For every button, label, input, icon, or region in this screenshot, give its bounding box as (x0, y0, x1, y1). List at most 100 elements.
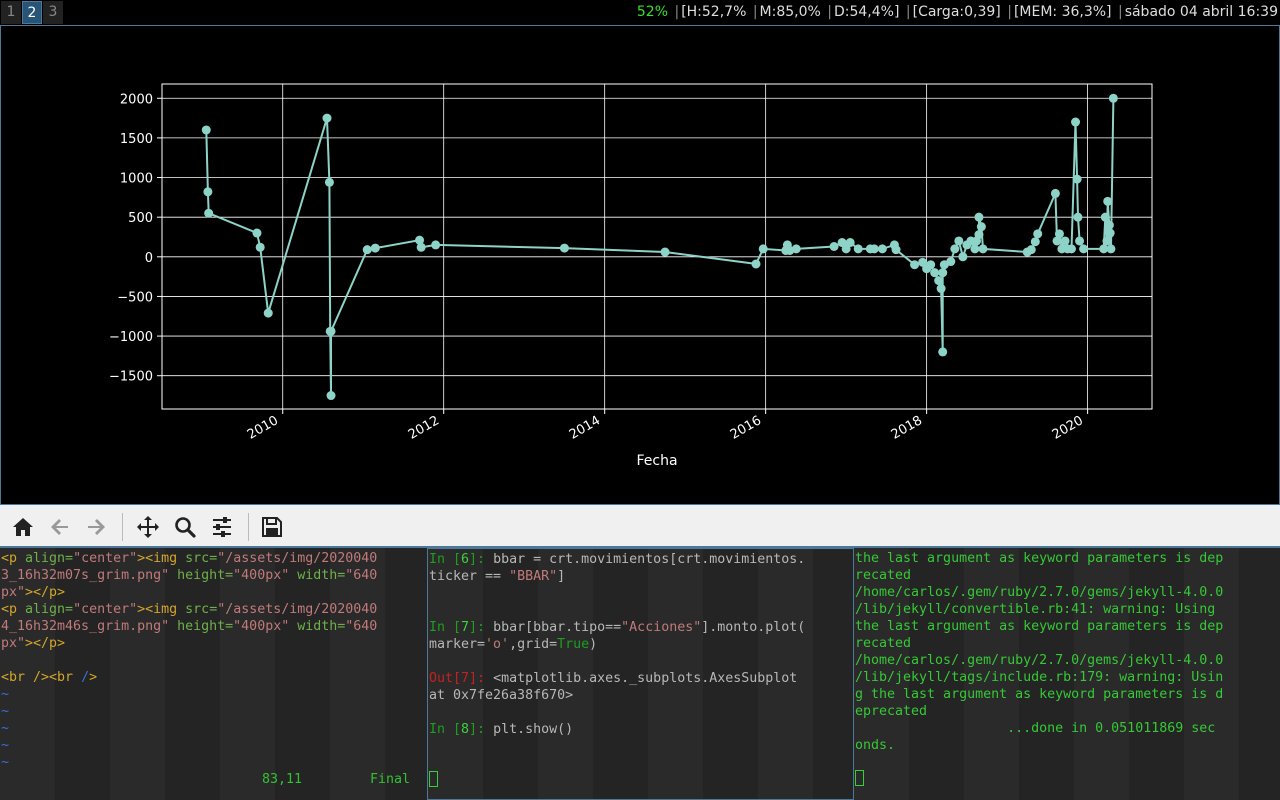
terminal-cursor (429, 771, 438, 788)
code-line: ~ (1, 738, 10, 753)
forward-icon[interactable] (82, 513, 110, 541)
data-point (1103, 196, 1113, 206)
data-point (326, 326, 336, 336)
hdd-status: [H:52,7% (681, 4, 747, 20)
data-point (326, 391, 336, 401)
status-bar: 123 52% | [H:52,7% | M:85,0% | D:54,4%] | [C… (0, 0, 1280, 25)
log-line: g the last argument as keyword parameter… (855, 687, 1224, 702)
data-point (891, 245, 901, 255)
cursor-position: 83,11 (262, 772, 303, 787)
x-tick-label: 2016 (728, 413, 764, 443)
data-point (1104, 220, 1114, 230)
data-point (1072, 174, 1082, 184)
data-point (946, 257, 956, 267)
workspace-button[interactable]: 2 (22, 1, 42, 24)
console-line: Out[7]: <matplotlib.axes._subplots.AxesS… (429, 671, 798, 686)
data-point (204, 208, 214, 218)
configure-subplots-icon[interactable] (208, 513, 236, 541)
data-point (938, 268, 948, 278)
code-line: ~ (1, 704, 10, 719)
code-line: ~ (1, 755, 10, 770)
x-tick-label: 2020 (1050, 413, 1086, 443)
data-point (263, 308, 273, 318)
data-point (1030, 237, 1040, 247)
data-point (976, 222, 986, 232)
scroll-position: Final (370, 772, 411, 787)
x-tick-label: 2014 (567, 413, 603, 443)
data-point (255, 242, 265, 252)
console-line: In [8]: plt.show() (429, 722, 574, 737)
console-line: at 0x7fe26a38f670> (429, 688, 574, 703)
data-point (970, 244, 980, 254)
y-tick-label: 500 (128, 211, 153, 226)
data-point (431, 240, 441, 250)
data-point (324, 177, 334, 187)
status-text: 52% | [H:52,7% | M:85,0% | D:54,4%] | [Carga… (636, 4, 1278, 20)
plot-window[interactable]: 2010 2012 2014 2016 2018 2020 2000 1500 1000 500 0… (0, 25, 1280, 505)
log-line: ...done in 0.051011869 sec (855, 721, 1216, 736)
log-line: recated (855, 636, 912, 651)
data-point (1054, 229, 1064, 239)
y-tick-label: −500 (117, 290, 153, 305)
save-icon[interactable] (258, 513, 286, 541)
log-line: /home/carlos/.gem/ruby/2.7.0/gems/jekyll… (855, 653, 1224, 668)
y-tick-label: 1500 (120, 132, 153, 147)
data-point (1079, 244, 1089, 254)
y-tick-label: −1500 (109, 370, 153, 385)
data-point (758, 244, 768, 254)
data-point (974, 212, 984, 222)
data-point (853, 244, 863, 254)
terminal-cursor (855, 770, 864, 787)
pan-icon[interactable] (134, 513, 162, 541)
data-point (1071, 117, 1081, 127)
data-point (1067, 244, 1077, 254)
data-point (1105, 228, 1115, 238)
x-axis-label: Fecha (636, 453, 677, 469)
console-line: ticker == "BBAR"] (429, 569, 566, 584)
data-point (370, 243, 380, 253)
workspace-button[interactable]: 1 (1, 1, 21, 24)
vim-terminal[interactable]: <p align="center"><img src="/assets/img/… (0, 548, 427, 800)
data-point (559, 243, 569, 253)
data-point (829, 242, 839, 251)
code-line: 4_16h32m46s_grim.png" height="400px" wid… (1, 619, 378, 634)
data-point (660, 247, 670, 257)
data-point (1073, 212, 1083, 222)
ipython-terminal[interactable]: In [6]: bbar = crt.movimientos[crt.movim… (427, 548, 854, 800)
mount-status: M:85,0% (759, 4, 821, 20)
code-line: ~ (1, 687, 10, 702)
data-point (1075, 236, 1085, 246)
data-point (203, 187, 213, 197)
log-line: onds. (855, 738, 896, 753)
console-line: marker='o',grid=True) (429, 637, 598, 652)
data-point (958, 252, 968, 262)
y-tick-label: 2000 (120, 92, 153, 107)
data-point (845, 238, 855, 248)
home-icon[interactable] (9, 513, 37, 541)
code-line: px"></p> (1, 585, 66, 600)
data-point (910, 260, 920, 270)
line-chart: 2010 2012 2014 2016 2018 2020 2000 1500 1000 500 0… (109, 83, 1153, 469)
plot-toolbar (0, 505, 1280, 548)
console-line: In [6]: bbar = crt.movimientos[crt.movim… (429, 552, 806, 567)
data-point (1106, 244, 1116, 254)
back-icon[interactable] (46, 513, 74, 541)
workspace-button[interactable]: 3 (43, 1, 63, 24)
log-line: /home/carlos/.gem/ruby/2.7.0/gems/jekyll… (855, 585, 1224, 600)
toolbar-divider (122, 513, 123, 541)
log-line: recated (855, 568, 912, 583)
log-line: the last argument as keyword parameters … (855, 551, 1224, 566)
jekyll-terminal[interactable]: the last argument as keyword parameters … (854, 548, 1280, 800)
clock: sábado 04 abril 16:39 (1124, 4, 1278, 20)
code-line: 3_16h32m07s_grim.png" height="400px" wid… (1, 568, 378, 583)
x-tick-label: 2018 (889, 413, 925, 443)
data-point (1033, 229, 1043, 239)
log-line: /lib/jekyll/convertible.rb:41: warning: … (855, 602, 1216, 617)
zoom-icon[interactable] (171, 513, 199, 541)
console-line: In [7]: bbar[bbar.tipo=="Acciones"].mont… (429, 620, 806, 635)
